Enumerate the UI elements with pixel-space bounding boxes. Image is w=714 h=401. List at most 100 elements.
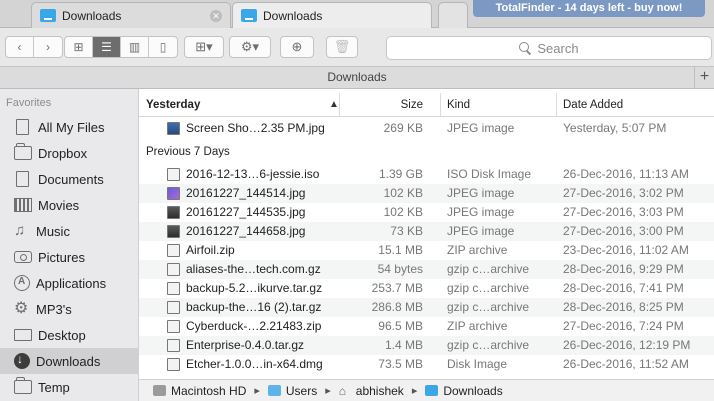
file-size: 286.8 MB	[371, 300, 423, 314]
table-row[interactable]: backup-5.2…ikurve.tar.gz 253.7 MB gzip c…	[139, 279, 714, 298]
table-row[interactable]: Etcher-1.0.0…in-x64.dmg 73.5 MB Disk Ima…	[139, 355, 714, 374]
arrange-button[interactable]: ⊞▾	[184, 36, 224, 58]
sidebar-item-movies[interactable]: Movies	[0, 192, 139, 218]
trash-button[interactable]: 🗑	[326, 36, 358, 58]
all-files-icon	[16, 119, 29, 135]
table-row[interactable]: 20161227_144535.jpg 102 KB JPEG image 27…	[139, 203, 714, 222]
table-row[interactable]: Cyberduck-…2.21483.zip 96.5 MB ZIP archi…	[139, 317, 714, 336]
toolbar: ‹ › ⊞ ☰ ▥ ▯ ⊞▾ ⚙▾ ⊕ 🗑 Search	[0, 28, 714, 66]
column-header-date-added[interactable]: Date Added	[556, 93, 714, 117]
add-panel-button[interactable]: +	[694, 67, 714, 88]
file-size: 96.5 MB	[378, 319, 423, 333]
file-kind: ZIP archive	[447, 319, 508, 333]
file-name: Airfoil.zip	[186, 243, 235, 257]
list-icon: ☰	[101, 40, 112, 54]
table-row[interactable]: aliases-the…tech.com.gz 54 bytes gzip c……	[139, 260, 714, 279]
file-kind: JPEG image	[447, 121, 515, 135]
sidebar-item-desktop[interactable]: Desktop	[0, 322, 139, 348]
file-date-added: 26-Dec-2016, 11:52 AM	[563, 357, 689, 371]
file-kind: gzip c…archive	[447, 281, 530, 295]
coverflow-view-button[interactable]: ▯	[149, 37, 177, 57]
file-name: aliases-the…tech.com.gz	[186, 262, 321, 276]
view-switcher: ⊞ ☰ ▥ ▯	[64, 36, 178, 58]
sidebar-item-all-my-files[interactable]: All My Files	[0, 114, 139, 140]
promo-banner[interactable]: TotalFinder - 14 days left - buy now!	[473, 0, 705, 17]
new-tab-button[interactable]	[438, 2, 468, 28]
table-row[interactable]: 2016-12-13…6-jessie.iso 1.39 GB ISO Disk…	[139, 165, 714, 184]
list-view-button[interactable]: ☰	[93, 37, 121, 57]
column-header-name-label: Yesterday	[146, 99, 201, 111]
table-row[interactable]: Enterprise-0.4.0.tar.gz 1.4 MB gzip c…ar…	[139, 336, 714, 355]
path-segment-users[interactable]: Users	[286, 384, 317, 398]
sidebar-item-mp3s[interactable]: ⚙ MP3's	[0, 296, 139, 322]
icon-view-button[interactable]: ⊞	[65, 37, 93, 57]
sidebar-item-downloads[interactable]: Downloads	[0, 348, 139, 374]
search-field[interactable]: Search	[386, 36, 712, 60]
path-segment-home[interactable]: abhishek	[356, 384, 404, 398]
sidebar-item-label: MP3's	[36, 301, 72, 317]
file-size: 54 bytes	[377, 262, 423, 276]
arrange-icon: ⊞▾	[195, 39, 213, 54]
window-title: Downloads	[327, 70, 387, 84]
image-file-icon	[167, 206, 180, 219]
sidebar-item-label: Desktop	[38, 327, 86, 343]
forward-button[interactable]: ›	[34, 37, 62, 57]
back-button[interactable]: ‹	[6, 37, 34, 57]
table-row[interactable]: backup-the…16 (2).tar.gz 286.8 MB gzip c…	[139, 298, 714, 317]
table-row[interactable]: Screen Sho…2.35 PM.jpg 269 KB JPEG image…	[139, 119, 714, 138]
sidebar-item-pictures[interactable]: Pictures	[0, 244, 139, 270]
sidebar-item-music[interactable]: ♫ Music	[0, 218, 139, 244]
file-date-added: 28-Dec-2016, 8:25 PM	[563, 300, 684, 314]
table-row[interactable]: 20161227_144658.jpg 73 KB JPEG image 27-…	[139, 222, 714, 241]
image-file-icon	[167, 187, 180, 200]
path-segment-downloads[interactable]: Downloads	[443, 384, 502, 398]
file-date-added: 27-Dec-2016, 7:24 PM	[563, 319, 684, 333]
chevron-right-icon: ▸	[254, 385, 260, 397]
path-bar: Macintosh HD ▸ Users ▸ ⌂ abhishek ▸ Down…	[139, 379, 714, 401]
column-header-size[interactable]: Size	[339, 93, 431, 117]
sidebar-item-dropbox[interactable]: Dropbox	[0, 140, 139, 166]
sidebar-item-applications[interactable]: Applications	[0, 270, 139, 296]
path-segment-macintosh-hd[interactable]: Macintosh HD	[171, 384, 246, 398]
nav-buttons: ‹ ›	[5, 36, 63, 58]
columns-icon: ▥	[128, 40, 141, 54]
music-icon: ♫	[14, 222, 26, 239]
action-button[interactable]: ⚙▾	[229, 36, 271, 58]
sidebar-item-documents[interactable]: Documents	[0, 166, 139, 192]
sidebar-item-label: Dropbox	[38, 145, 88, 161]
column-header-name[interactable]: Yesterday ▲	[146, 93, 339, 117]
column-view-button[interactable]: ▥	[121, 37, 149, 57]
sidebar-item-label: All My Files	[38, 119, 105, 135]
file-size: 1.4 MB	[384, 338, 423, 352]
table-row[interactable]: Airfoil.zip 15.1 MB ZIP archive 23-Dec-2…	[139, 241, 714, 260]
file-size: 1.39 GB	[378, 167, 423, 181]
hard-disk-icon	[153, 385, 166, 396]
trash-icon: 🗑	[333, 39, 351, 54]
tab-downloads-2[interactable]: Downloads	[232, 2, 432, 28]
sidebar-item-temp[interactable]: Temp	[0, 374, 139, 400]
document-icon	[16, 171, 29, 187]
tab-downloads-1[interactable]: Downloads ✕	[31, 2, 231, 28]
file-size: 15.1 MB	[378, 243, 423, 257]
file-size: 102 KB	[383, 186, 423, 200]
column-header-kind[interactable]: Kind	[440, 93, 556, 117]
file-size: 102 KB	[383, 205, 423, 219]
file-name: backup-the…16 (2).tar.gz	[186, 300, 322, 314]
tab-label: Downloads	[263, 8, 323, 23]
file-name: Enterprise-0.4.0.tar.gz	[186, 338, 305, 352]
image-file-icon	[167, 225, 180, 238]
close-icon[interactable]: ✕	[210, 9, 222, 22]
file-list: Yesterday ▲ Size Kind Date Added Screen …	[139, 89, 714, 379]
file-date-added: 27-Dec-2016, 3:03 PM	[563, 205, 684, 219]
new-folder-button[interactable]: ⊕	[280, 36, 314, 58]
column-header-row: Yesterday ▲ Size Kind Date Added	[139, 93, 714, 117]
sidebar: Favorites All My Files Dropbox Documents…	[0, 89, 139, 401]
archive-file-icon	[167, 339, 180, 352]
file-kind: JPEG image	[447, 186, 515, 200]
table-row[interactable]: 20161227_144514.jpg 102 KB JPEG image 27…	[139, 184, 714, 203]
archive-file-icon	[167, 282, 180, 295]
sort-ascending-icon: ▲	[329, 99, 339, 110]
file-name: Cyberduck-…2.21483.zip	[186, 319, 322, 333]
file-kind: JPEG image	[447, 224, 515, 238]
chevron-right-icon: ▸	[411, 385, 418, 397]
